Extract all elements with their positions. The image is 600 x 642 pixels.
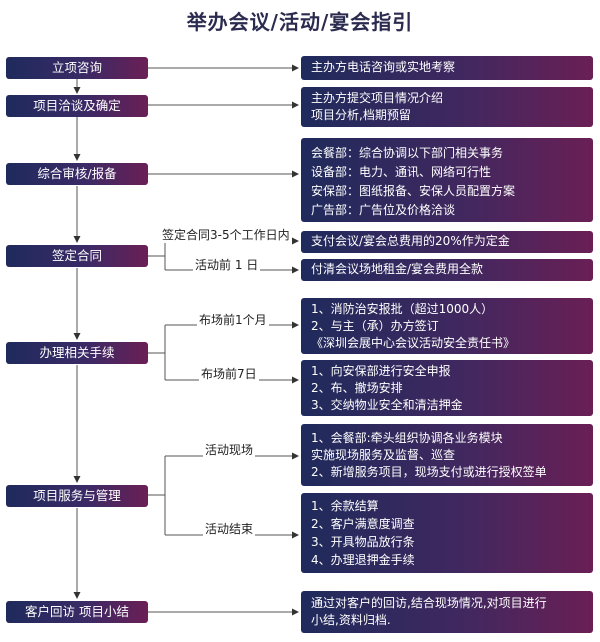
box-review: 会餐部：综合协调以下部门相关事务 设备部：电力、通讯、网络可行性 安保部：图纸报… xyxy=(301,138,593,222)
box-onsite-service: 1、会餐部:牵头组织协调各业务模块 实施现场服务及监督、巡查 2、新增服务项目，… xyxy=(301,424,593,486)
box-full-payment: 付清会议场地租金/宴会费用全款 xyxy=(301,259,593,281)
stage-review: 综合审核/报备 xyxy=(6,163,148,185)
stage-service-management: 项目服务与管理 xyxy=(6,485,148,507)
label-contract-days: 签定合同3-5个工作日内 xyxy=(160,226,292,243)
box-line: 小结,资料归档. xyxy=(311,613,391,627)
box-deposit: 支付会议/宴会总费用的20%作为定金 xyxy=(301,231,593,253)
box-fire-safety: 1、消防治安报批（超过1000人） 2、与主（承）办方签订 《深圳会展中心会议活… xyxy=(301,298,593,354)
stage-client-followup: 客户回访 项目小结 xyxy=(6,601,148,623)
box-line: 支付会议/宴会总费用的20%作为定金 xyxy=(311,234,510,248)
box-line: 2、客户满意度调查 xyxy=(311,517,415,531)
box-line: 项目分析,档期预留 xyxy=(311,108,411,122)
box-line: 1、会餐部:牵头组织协调各业务模块 xyxy=(311,431,503,445)
box-line: 1、向安保部进行安全申报 xyxy=(311,364,451,378)
box-line: 2、新增服务项目，现场支付或进行授权签单 xyxy=(311,465,547,479)
box-line: 主办方电话咨询或实地考察 xyxy=(311,60,456,74)
box-settlement: 1、余款结算 2、客户满意度调查 3、开具物品放行条 4、办理退押金手续 xyxy=(301,493,593,573)
box-line: 付清会议场地租金/宴会费用全款 xyxy=(311,262,484,276)
box-line: 实施现场服务及监督、巡查 xyxy=(311,448,456,462)
box-line: 4、办理退押金手续 xyxy=(311,553,415,567)
box-line: 2、与主（承）办方签订 xyxy=(311,319,439,333)
box-followup: 通过对客户的回访,结合现场情况,对项目进行 小结,资料归档. xyxy=(301,591,593,633)
box-line: 主办方提交项目情况介绍 xyxy=(311,91,444,105)
label-seven-days-before: 布场前7日 xyxy=(199,365,259,382)
box-line: 广告部：广告位及价格洽谈 xyxy=(311,203,456,217)
box-line: 1、余款结算 xyxy=(311,499,379,513)
stage-procedures: 办理相关手续 xyxy=(6,342,148,364)
box-line: 3、交纳物业安全和清洁押金 xyxy=(311,398,463,412)
box-consult: 主办方电话咨询或实地考察 xyxy=(301,56,593,80)
box-line: 1、消防治安报批（超过1000人） xyxy=(311,302,494,316)
box-line: 安保部：图纸报备、安保人员配置方案 xyxy=(311,184,516,198)
label-event-end: 活动结束 xyxy=(203,520,256,537)
box-line: 设备部：电力、通讯、网络可行性 xyxy=(311,165,492,179)
box-line: 《深圳会展中心会议活动安全责任书》 xyxy=(311,336,516,350)
stage-project-consult: 立项咨询 xyxy=(6,57,148,79)
stage-negotiation: 项目洽谈及确定 xyxy=(6,95,148,117)
box-negotiation: 主办方提交项目情况介绍 项目分析,档期预留 xyxy=(301,87,593,127)
box-line: 2、布、撤场安排 xyxy=(311,381,403,395)
box-security: 1、向安保部进行安全申报 2、布、撤场安排 3、交纳物业安全和清洁押金 xyxy=(301,360,593,416)
label-on-site: 活动现场 xyxy=(203,441,256,458)
box-line: 3、开具物品放行条 xyxy=(311,535,415,549)
label-day-before: 活动前 1 日 xyxy=(193,256,261,273)
stage-contract: 签定合同 xyxy=(6,245,148,267)
label-month-before: 布场前1个月 xyxy=(197,311,269,328)
box-line: 会餐部：综合协调以下部门相关事务 xyxy=(311,146,504,160)
box-line: 通过对客户的回访,结合现场情况,对项目进行 xyxy=(311,596,547,610)
